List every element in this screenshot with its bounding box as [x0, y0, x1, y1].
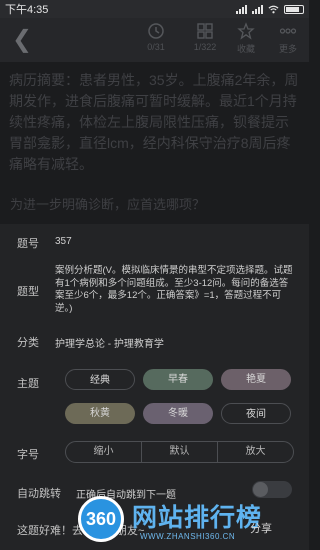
type-value: 案例分析题(V。模拟临床情景的串型不定项选择题。试题有1个病例和多个问题组成。至…: [55, 265, 293, 314]
question-prompt: 为进一步明确诊断，应首选哪项？: [10, 197, 206, 212]
question-text: 病历摘要：患者男性，35岁。上腹痛2年余，周期发作，进食后腹痛可暂时缓解。最近1…: [9, 72, 299, 172]
font-default-button[interactable]: 默认: [141, 442, 217, 462]
more-icon: [279, 28, 297, 34]
timer-button[interactable]: 0/31: [136, 22, 176, 52]
font-smaller-button[interactable]: 缩小: [66, 442, 141, 462]
timer-label: 0/31: [147, 42, 165, 52]
watermark-title: 网站排行榜: [132, 504, 263, 532]
theme-autumn-button[interactable]: 秋黄: [65, 403, 135, 424]
theme-winter-button[interactable]: 冬暖: [143, 403, 213, 424]
font-larger-button[interactable]: 放大: [217, 442, 293, 462]
auto-jump-label: 自动跳转: [17, 488, 61, 500]
category-value: 护理学总论 - 护理教育学: [55, 339, 164, 350]
answer-sheet-button[interactable]: 1/322: [185, 22, 225, 52]
theme-night-button[interactable]: 夜间: [221, 403, 291, 424]
theme-label: 主题: [17, 378, 39, 390]
watermark-logo-text: 360: [85, 509, 117, 529]
star-icon: [237, 22, 255, 40]
watermark-logo: 360: [78, 496, 124, 542]
category-label: 分类: [17, 337, 39, 349]
wifi-icon: [268, 5, 279, 13]
theme-spring-button[interactable]: 早春: [143, 369, 213, 390]
clock-icon: [148, 23, 164, 39]
progress-label: 1/322: [193, 42, 217, 52]
watermark-url: WWW.ZHANSHI360.CN: [140, 532, 236, 541]
status-icons: [236, 4, 304, 14]
font-size-selector: 缩小 默认 放大: [65, 441, 294, 463]
number-value: 357: [55, 236, 72, 247]
number-label: 题号: [17, 238, 39, 250]
battery-icon: [284, 4, 304, 14]
signal-icon: [236, 4, 247, 14]
status-bar: 下午4:35: [0, 0, 309, 18]
grid-icon: [197, 23, 213, 39]
status-time: 下午4:35: [5, 4, 49, 16]
theme-summer-button[interactable]: 艳夏: [221, 369, 291, 390]
theme-classic-button[interactable]: 经典: [65, 369, 135, 390]
more-label: 更多: [278, 44, 297, 54]
top-toolbar: ❮ 0/31 1/322 收藏 更多: [0, 18, 309, 62]
share-button[interactable]: 分享: [250, 520, 272, 536]
signal-icon-2: [252, 4, 263, 14]
more-button[interactable]: 更多: [268, 22, 308, 55]
auto-jump-toggle[interactable]: [252, 481, 292, 498]
back-icon[interactable]: ❮: [12, 28, 32, 52]
favorite-label: 收藏: [236, 44, 255, 54]
favorite-button[interactable]: 收藏: [226, 22, 266, 55]
font-size-label: 字号: [17, 449, 39, 461]
toggle-knob: [253, 482, 268, 497]
type-label: 题型: [17, 286, 39, 298]
